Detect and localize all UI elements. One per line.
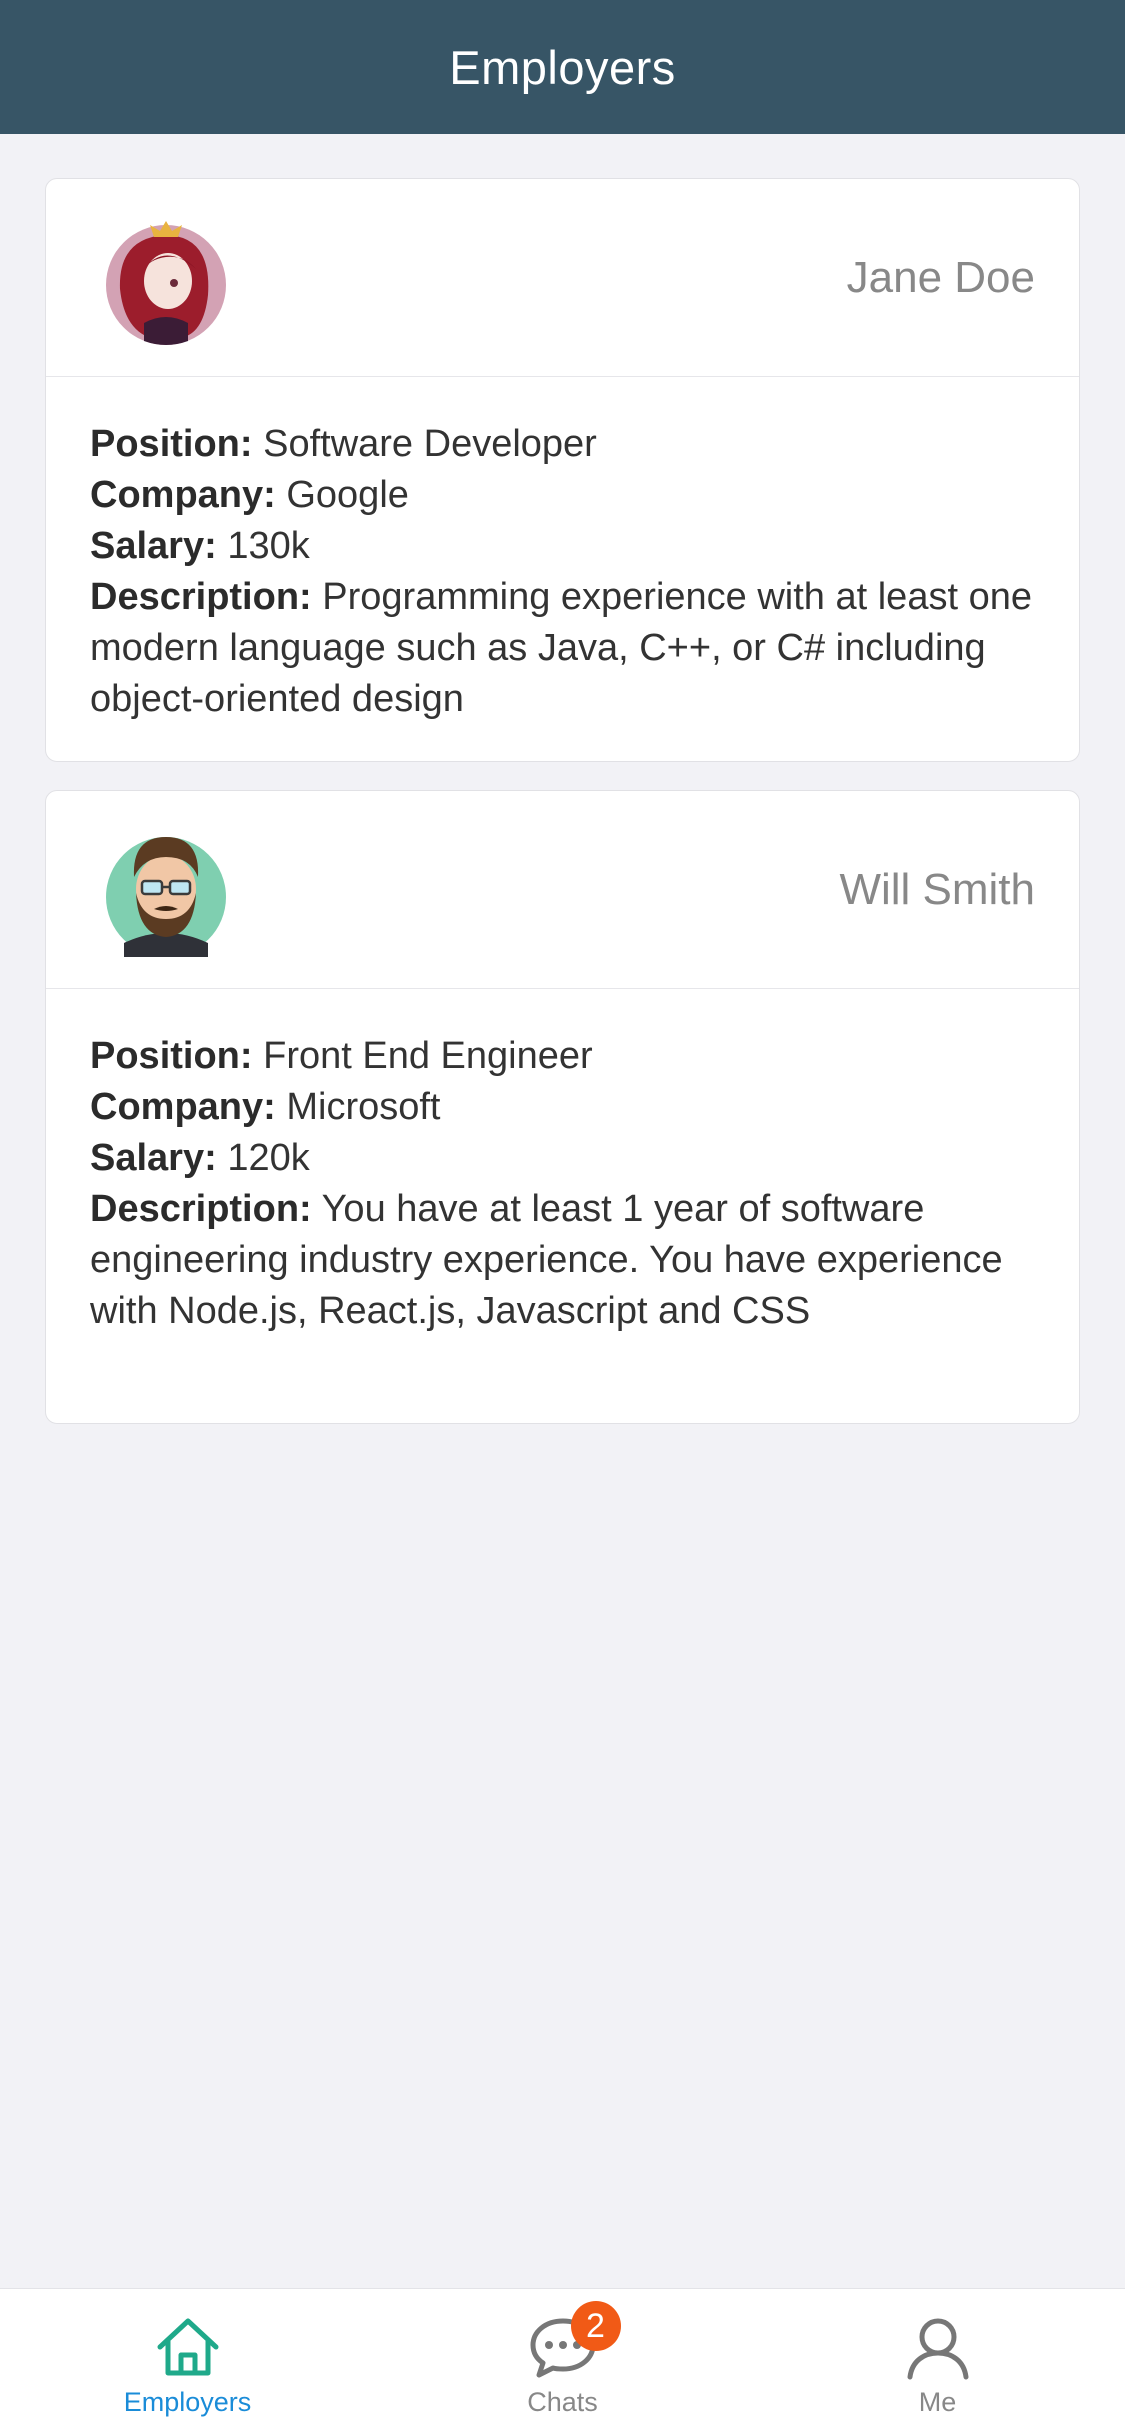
home-icon — [152, 2313, 224, 2381]
position-value: Front End Engineer — [263, 1035, 593, 1077]
tab-employers[interactable]: Employers — [0, 2289, 375, 2436]
salary-label: Salary: — [90, 525, 217, 567]
tab-bar: Employers 2 Chats Me — [0, 2288, 1125, 2436]
tab-label: Employers — [123, 2387, 252, 2417]
company-value: Microsoft — [286, 1086, 441, 1128]
male-avatar-icon — [104, 823, 228, 959]
employer-name: Jane Doe — [846, 253, 1035, 302]
female-avatar-icon — [104, 211, 228, 347]
nav-bar: Employers — [0, 0, 1125, 134]
position-row: Position: Software Developer — [90, 419, 1035, 470]
description-label: Description: — [90, 576, 312, 618]
position-row: Position: Front End Engineer — [90, 1031, 1035, 1082]
description-row: Description: You have at least 1 year of… — [90, 1184, 1035, 1337]
employer-name: Will Smith — [839, 865, 1035, 914]
position-value: Software Developer — [263, 423, 597, 465]
company-label: Company: — [90, 1086, 276, 1128]
app-screen: Employers Jane Doe Position: Software De… — [0, 0, 1125, 2436]
company-value: Google — [286, 474, 409, 516]
card-body: Position: Software Developer Company: Go… — [46, 377, 1079, 725]
card-header: Will Smith — [46, 791, 1079, 989]
description-row: Description: Programming experience with… — [90, 572, 1035, 725]
salary-row: Salary: 130k — [90, 521, 1035, 572]
company-row: Company: Google — [90, 470, 1035, 521]
employer-card[interactable]: Jane Doe Position: Software Developer Co… — [45, 178, 1080, 762]
chat-icon: 2 — [527, 2301, 621, 2381]
salary-row: Salary: 120k — [90, 1133, 1035, 1184]
tab-chats[interactable]: 2 Chats — [375, 2289, 750, 2436]
page-title: Employers — [449, 40, 676, 94]
salary-value: 130k — [227, 525, 310, 567]
position-label: Position: — [90, 423, 253, 465]
user-icon — [902, 2313, 974, 2381]
description-label: Description: — [90, 1188, 312, 1230]
unread-badge: 2 — [570, 2301, 621, 2351]
card-body: Position: Front End Engineer Company: Mi… — [46, 989, 1079, 1337]
tab-label: Chats — [527, 2387, 598, 2417]
company-row: Company: Microsoft — [90, 1082, 1035, 1133]
card-header: Jane Doe — [46, 179, 1079, 377]
company-label: Company: — [90, 474, 276, 516]
tab-me[interactable]: Me — [750, 2289, 1125, 2436]
salary-value: 120k — [227, 1137, 310, 1179]
tab-label: Me — [918, 2387, 957, 2417]
position-label: Position: — [90, 1035, 253, 1077]
salary-label: Salary: — [90, 1137, 217, 1179]
employer-card[interactable]: Will Smith Position: Front End Engineer … — [45, 790, 1080, 1424]
